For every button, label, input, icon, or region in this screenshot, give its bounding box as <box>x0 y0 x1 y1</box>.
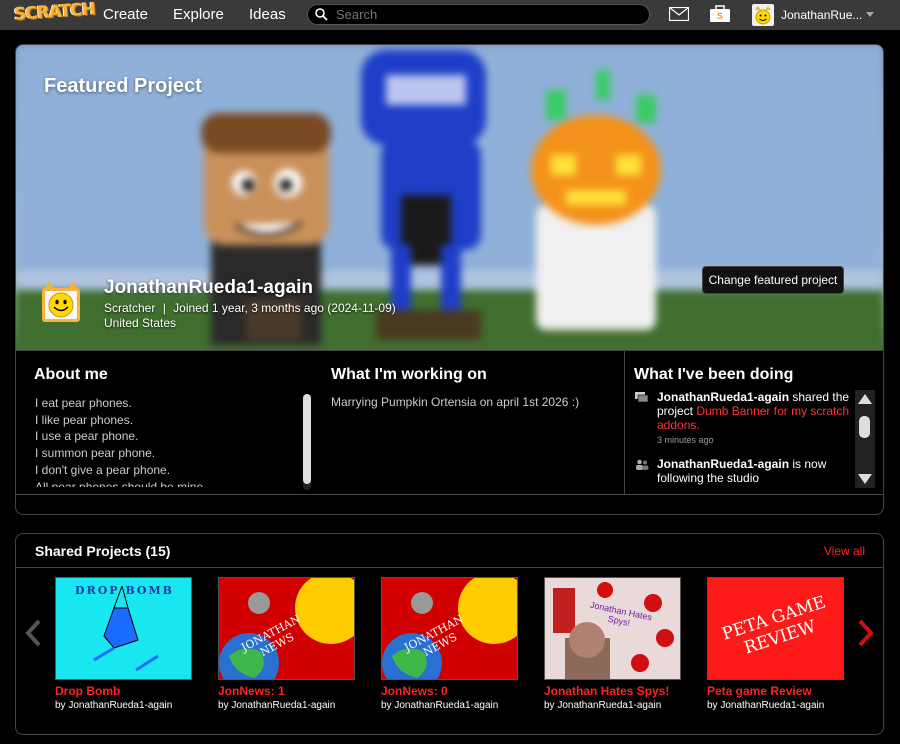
user-name[interactable]: JonathanRue... <box>781 8 862 22</box>
profile-joined: Joined 1 year, 3 months ago (2024-11-09) <box>173 301 396 315</box>
smiley-avatar-icon <box>755 6 771 25</box>
scroll-up-icon[interactable] <box>858 394 872 404</box>
project-card[interactable]: DROP BOMB Drop Bomb by JonathanRueda1-ag… <box>55 577 192 711</box>
activity-item: JonathanRueda1-again is now following th… <box>635 457 857 485</box>
about-me-section: About me I eat pear phones. I like pear … <box>16 350 313 494</box>
shared-projects-title: Shared Projects (15) <box>35 543 171 559</box>
profile-meta: Scratcher | Joined 1 year, 3 months ago … <box>104 301 396 330</box>
project-thumbnail[interactable]: PETA GAME REVIEW <box>707 577 844 680</box>
profile-avatar-icon <box>42 281 80 322</box>
profile-role: Scratcher <box>104 301 156 315</box>
featured-project-banner[interactable]: Featured Project JonathanRueda1-again Sc… <box>16 45 883 350</box>
about-line: I summon pear phone. <box>35 446 156 461</box>
search-icon <box>315 8 328 21</box>
working-on-title: What I'm working on <box>331 366 487 383</box>
activity-scroll-thumb[interactable] <box>859 416 870 438</box>
about-scrollbar[interactable] <box>303 394 311 490</box>
search-input[interactable] <box>336 6 636 23</box>
project-title[interactable]: JonNews: 0 <box>381 684 518 698</box>
project-thumbnail[interactable]: JONATHAN NEWS <box>381 577 518 680</box>
project-card[interactable]: PETA GAME REVIEW Peta game Review by Jon… <box>707 577 844 711</box>
activity-user[interactable]: JonathanRueda1-again <box>657 390 789 404</box>
project-title[interactable]: JonNews: 1 <box>218 684 355 698</box>
carousel-right-icon[interactable] <box>857 619 875 647</box>
nav-ideas[interactable]: Ideas <box>249 6 286 23</box>
shared-projects-box: Shared Projects (15) View all DROP BOMB … <box>15 533 884 735</box>
thumbnail-caption: DROP BOMB <box>75 584 174 597</box>
project-thumbnail[interactable]: Jonathan Hates Spys! <box>544 577 681 680</box>
shared-projects-header: Shared Projects (15) View all <box>16 534 883 568</box>
activity-scrollbar[interactable] <box>855 390 875 488</box>
about-line: I use a pear phone. <box>35 429 139 444</box>
about-scroll-thumb[interactable] <box>303 394 311 484</box>
activity-section: What I've been doing JonathanRueda1-agai… <box>624 350 883 494</box>
follow-icon <box>636 459 649 470</box>
about-line: I eat pear phones. <box>35 396 132 410</box>
project-title[interactable]: Drop Bomb <box>55 684 192 698</box>
project-title[interactable]: Peta game Review <box>707 684 844 698</box>
project-author[interactable]: by JonathanRueda1-again <box>707 700 844 711</box>
carousel-left-icon[interactable] <box>24 619 42 647</box>
about-line: I don't give a pear phone. <box>35 462 171 477</box>
project-author[interactable]: by JonathanRueda1-again <box>55 700 192 711</box>
about-me-title: About me <box>34 366 108 383</box>
user-avatar[interactable] <box>752 4 774 26</box>
project-card[interactable]: JONATHAN NEWS JonNews: 0 by JonathanRued… <box>381 577 518 711</box>
project-thumbnail[interactable]: JONATHAN NEWS <box>218 577 355 680</box>
about-line: All pear phones should be mine <box>35 479 204 487</box>
working-on-section: What I'm working on Marrying Pumpkin Ort… <box>313 350 624 494</box>
project-author[interactable]: by JonathanRueda1-again <box>544 700 681 711</box>
chevron-down-icon[interactable] <box>866 12 874 17</box>
working-on-text[interactable]: Marrying Pumpkin Ortensia on april 1st 2… <box>331 395 579 409</box>
activity-title: What I've been doing <box>634 366 794 383</box>
nav-explore[interactable]: Explore <box>173 6 224 23</box>
my-stuff-icon[interactable]: S <box>709 5 731 23</box>
messages-icon[interactable] <box>669 7 689 21</box>
activity-item: JonathanRueda1-again shared the project … <box>635 390 857 447</box>
profile-box: Featured Project JonathanRueda1-again Sc… <box>15 44 884 515</box>
about-me-text[interactable]: I eat pear phones. I like pear phones. I… <box>35 395 285 487</box>
search-box[interactable] <box>307 4 650 25</box>
thumbnail-caption: PETA GAME REVIEW <box>719 592 829 659</box>
svg-text:S: S <box>717 12 723 22</box>
top-navbar: SCRATCH Create Explore Ideas S JonathanR… <box>0 0 900 30</box>
spys-thumbnail-art <box>545 578 680 679</box>
project-author[interactable]: by JonathanRueda1-again <box>381 700 518 711</box>
profile-country: United States <box>104 316 177 330</box>
nav-create[interactable]: Create <box>103 6 148 23</box>
featured-project-title: Featured Project <box>44 75 202 97</box>
project-author[interactable]: by JonathanRueda1-again <box>218 700 355 711</box>
activity-time: 3 minutes ago <box>657 435 714 445</box>
share-icon <box>635 392 649 403</box>
scratch-logo[interactable]: SCRATCH <box>13 0 95 25</box>
about-line: I like pear phones. <box>35 412 134 427</box>
project-card[interactable]: Jonathan Hates Spys! Jonathan Hates Spys… <box>544 577 681 711</box>
activity-list: JonathanRueda1-again shared the project … <box>635 390 857 488</box>
project-title[interactable]: Jonathan Hates Spys! <box>544 684 681 698</box>
scroll-down-icon[interactable] <box>858 474 872 484</box>
project-thumbnail[interactable]: DROP BOMB <box>55 577 192 680</box>
project-card[interactable]: JONATHAN NEWS JonNews: 1 by JonathanRued… <box>218 577 355 711</box>
change-featured-project-button[interactable]: Change featured project <box>702 266 844 294</box>
view-all-link[interactable]: View all <box>824 544 865 558</box>
activity-user[interactable]: JonathanRueda1-again <box>657 457 789 471</box>
profile-username: JonathanRueda1-again <box>104 277 314 298</box>
profile-bottom-strip <box>16 494 883 514</box>
